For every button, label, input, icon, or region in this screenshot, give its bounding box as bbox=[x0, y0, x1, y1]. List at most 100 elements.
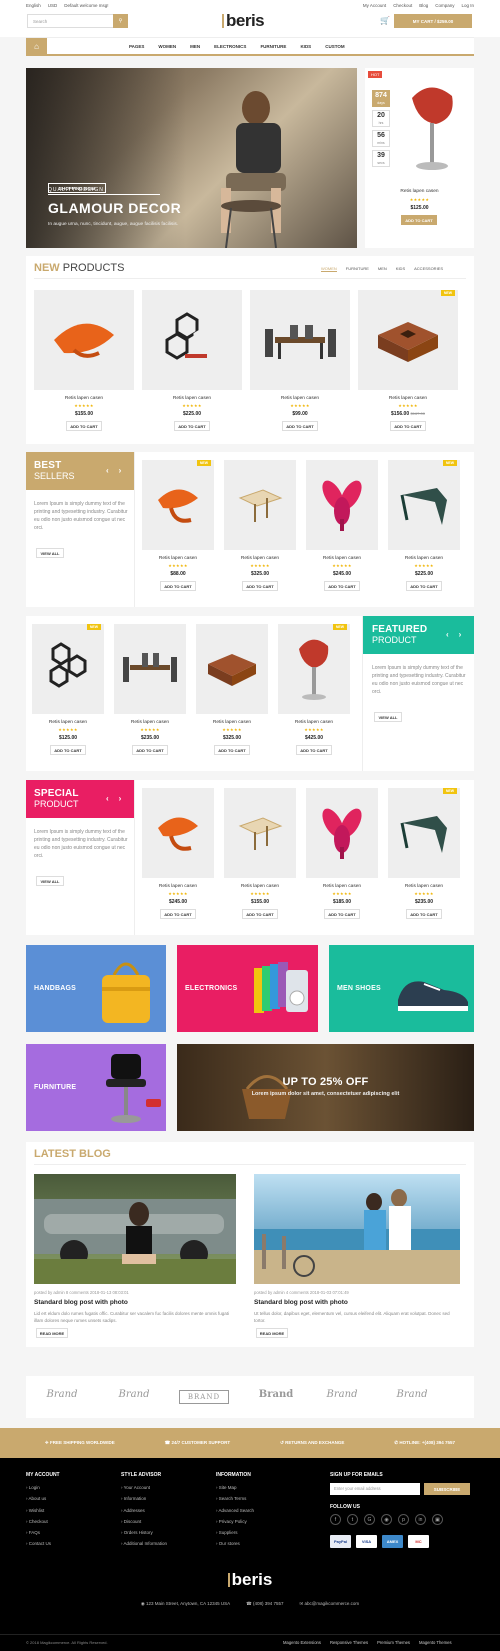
category-banner-electronics[interactable]: ELECTRONICS bbox=[177, 945, 318, 1032]
add-to-cart-button[interactable]: ADD TO CART bbox=[50, 745, 86, 755]
footer-link[interactable]: › About us bbox=[26, 1496, 60, 1501]
footer-link[interactable]: › Contact Us bbox=[26, 1541, 60, 1546]
add-to-cart-button[interactable]: ADD TO CART bbox=[174, 421, 210, 431]
add-to-cart-button[interactable]: ADD TO CART bbox=[324, 581, 360, 591]
footer-bottom-link[interactable]: Premium Themes bbox=[377, 1640, 410, 1645]
product-card[interactable]: NEW Retis lapen casen ★★★★★ $225.00 ADD … bbox=[388, 460, 460, 606]
footer-logo[interactable]: beris bbox=[0, 1570, 500, 1590]
google-plus-icon[interactable]: G bbox=[364, 1514, 375, 1525]
product-card[interactable]: Retis lapen casen ★★★★★ $325.00 ADD TO C… bbox=[224, 460, 296, 606]
brand-logo[interactable]: Brand bbox=[320, 1389, 364, 1400]
prev-arrow-icon[interactable]: ‹ bbox=[446, 630, 449, 639]
instagram-icon[interactable]: ▣ bbox=[432, 1514, 443, 1525]
footer-bottom-link[interactable]: Magento Themes bbox=[419, 1640, 452, 1645]
read-more-button[interactable]: READ MORE bbox=[256, 1328, 288, 1338]
nav-item-men[interactable]: MEN bbox=[190, 44, 200, 49]
top-link-company[interactable]: Company bbox=[435, 3, 454, 8]
footer-bottom-link[interactable]: Responsive Themes bbox=[330, 1640, 368, 1645]
add-to-cart-button[interactable]: ADD TO CART bbox=[406, 581, 442, 591]
product-card[interactable]: Retis lapen casen ★★★★★ $235.00 ADD TO C… bbox=[114, 624, 186, 770]
view-all-button[interactable]: VIEW ALL bbox=[36, 876, 64, 886]
nav-item-electronics[interactable]: ELECTRONICS bbox=[214, 44, 246, 49]
view-all-button[interactable]: VIEW ALL bbox=[374, 712, 402, 722]
nav-item-custom[interactable]: CUSTOM bbox=[325, 44, 344, 49]
brand-logo[interactable]: Brand bbox=[112, 1389, 156, 1400]
pinterest-icon[interactable]: p bbox=[398, 1514, 409, 1525]
prev-arrow-icon[interactable]: ‹ bbox=[106, 466, 109, 475]
next-arrow-icon[interactable]: › bbox=[119, 466, 122, 475]
nav-item-kids[interactable]: KIDS bbox=[300, 44, 311, 49]
tab-kids[interactable]: KIDS bbox=[396, 266, 405, 272]
shopping-now-button[interactable]: SHOPPING NOW bbox=[48, 183, 106, 193]
next-arrow-icon[interactable]: › bbox=[459, 630, 462, 639]
blog-post-image[interactable] bbox=[34, 1174, 236, 1284]
add-to-cart-button[interactable]: ADD TO CART bbox=[214, 745, 250, 755]
product-card[interactable]: Retis lapen casen ★★★★★ $225.00 ADD TO C… bbox=[142, 290, 242, 440]
footer-link[interactable]: › Information bbox=[121, 1496, 167, 1501]
top-link-login[interactable]: Log In bbox=[461, 3, 474, 8]
footer-link[interactable]: › Your Account bbox=[121, 1485, 167, 1490]
brand-logo[interactable]: Brand bbox=[390, 1389, 434, 1400]
add-to-cart-button[interactable]: ADD TO CART bbox=[242, 581, 278, 591]
footer-link[interactable]: › Privacy Policy bbox=[216, 1519, 254, 1524]
footer-bottom-link[interactable]: Magento Extensions bbox=[283, 1640, 321, 1645]
product-card[interactable]: NEW Retis lapen casen ★★★★★ $125.00 ADD … bbox=[32, 624, 104, 770]
deal-add-to-cart[interactable]: ADD TO CART bbox=[401, 215, 437, 225]
footer-link[interactable]: › Checkout bbox=[26, 1519, 60, 1524]
tab-women[interactable]: WOMEN bbox=[321, 266, 337, 272]
product-card[interactable]: Retis lapen casen ★★★★★ $245.00 ADD TO C… bbox=[306, 460, 378, 606]
category-banner-furniture[interactable]: FURNITURE bbox=[26, 1044, 166, 1131]
add-to-cart-button[interactable]: ADD TO CART bbox=[406, 909, 442, 919]
category-banner-handbags[interactable]: HANDBAGS bbox=[26, 945, 166, 1032]
product-card[interactable]: Retis lapen casen ★★★★★ $325.00 ADD TO C… bbox=[196, 624, 268, 770]
tab-accessories[interactable]: ACCESSORIES bbox=[414, 266, 443, 272]
product-card[interactable]: Retis lapen casen ★★★★★ $245.00 ADD TO C… bbox=[142, 788, 214, 934]
subscribe-button[interactable]: SUBSCRIBE bbox=[424, 1483, 470, 1495]
cart-icon[interactable]: 🛒 bbox=[380, 16, 390, 25]
blog-post-title[interactable]: Standard blog post with photo bbox=[34, 1299, 128, 1306]
twitter-icon[interactable]: t bbox=[347, 1514, 358, 1525]
footer-link[interactable]: › FAQs bbox=[26, 1530, 60, 1535]
nav-item-pages[interactable]: PAGES bbox=[129, 44, 144, 49]
nav-item-furniture[interactable]: FURNITURE bbox=[260, 44, 286, 49]
next-arrow-icon[interactable]: › bbox=[119, 794, 122, 803]
add-to-cart-button[interactable]: ADD TO CART bbox=[66, 421, 102, 431]
prev-arrow-icon[interactable]: ‹ bbox=[106, 794, 109, 803]
product-card[interactable]: Retis lapen casen ★★★★★ $99.00 ADD TO CA… bbox=[250, 290, 350, 440]
footer-link[interactable]: › Suppliers bbox=[216, 1530, 254, 1535]
hero-banner[interactable]: QUALITY DESIGN GLAMOUR DECOR In augue ur… bbox=[26, 68, 357, 248]
blog-post-image[interactable] bbox=[254, 1174, 460, 1284]
footer-link[interactable]: › Advanced Search bbox=[216, 1508, 254, 1513]
tab-furniture[interactable]: FURNITURE bbox=[346, 266, 369, 272]
product-card[interactable]: NEW Retis lapen casen ★★★★★ $156.00 $167… bbox=[358, 290, 458, 440]
product-card[interactable]: Retis lapen casen ★★★★★ $185.00 ADD TO C… bbox=[306, 788, 378, 934]
footer-link[interactable]: › Login bbox=[26, 1485, 60, 1490]
add-to-cart-button[interactable]: ADD TO CART bbox=[160, 909, 196, 919]
add-to-cart-button[interactable]: ADD TO CART bbox=[282, 421, 318, 431]
product-card[interactable]: NEW Retis lapen casen ★★★★★ $235.00 ADD … bbox=[388, 788, 460, 934]
deal-product-name[interactable]: Retis lapen casen bbox=[365, 189, 474, 194]
logo[interactable]: beris bbox=[222, 11, 265, 31]
brand-logo[interactable]: Brand bbox=[254, 1389, 298, 1400]
language-select[interactable]: English bbox=[26, 3, 41, 8]
product-card[interactable]: Retis lapen casen ★★★★★ $155.00 ADD TO C… bbox=[34, 290, 134, 440]
add-to-cart-button[interactable]: ADD TO CART bbox=[296, 745, 332, 755]
product-card[interactable]: Retis lapen casen ★★★★★ $155.00 ADD TO C… bbox=[224, 788, 296, 934]
add-to-cart-button[interactable]: ADD TO CART bbox=[132, 745, 168, 755]
rss-icon[interactable]: ◉ bbox=[381, 1514, 392, 1525]
footer-link[interactable]: › Search Terms bbox=[216, 1496, 254, 1501]
view-all-button[interactable]: VIEW ALL bbox=[36, 548, 64, 558]
footer-link[interactable]: › Discount bbox=[121, 1519, 167, 1524]
add-to-cart-button[interactable]: ADD TO CART bbox=[160, 581, 196, 591]
brand-logo[interactable]: BRAND bbox=[179, 1390, 229, 1404]
product-card[interactable]: NEW Retis lapen casen ★★★★★ $88.00 ADD T… bbox=[142, 460, 214, 606]
currency-select[interactable]: USD bbox=[48, 3, 58, 8]
email-input[interactable]: Enter your email address bbox=[330, 1483, 420, 1495]
product-card[interactable]: NEW Retis lapen casen ★★★★★ $425.00 ADD … bbox=[278, 624, 350, 770]
search-button[interactable]: ⚲ bbox=[113, 14, 128, 28]
tab-men[interactable]: MEN bbox=[378, 266, 387, 272]
top-link-blog[interactable]: Blog bbox=[419, 3, 428, 8]
read-more-button[interactable]: READ MORE bbox=[36, 1328, 68, 1338]
add-to-cart-button[interactable]: ADD TO CART bbox=[390, 421, 426, 431]
cart-button[interactable]: MY CART / $259.00 bbox=[394, 14, 472, 28]
